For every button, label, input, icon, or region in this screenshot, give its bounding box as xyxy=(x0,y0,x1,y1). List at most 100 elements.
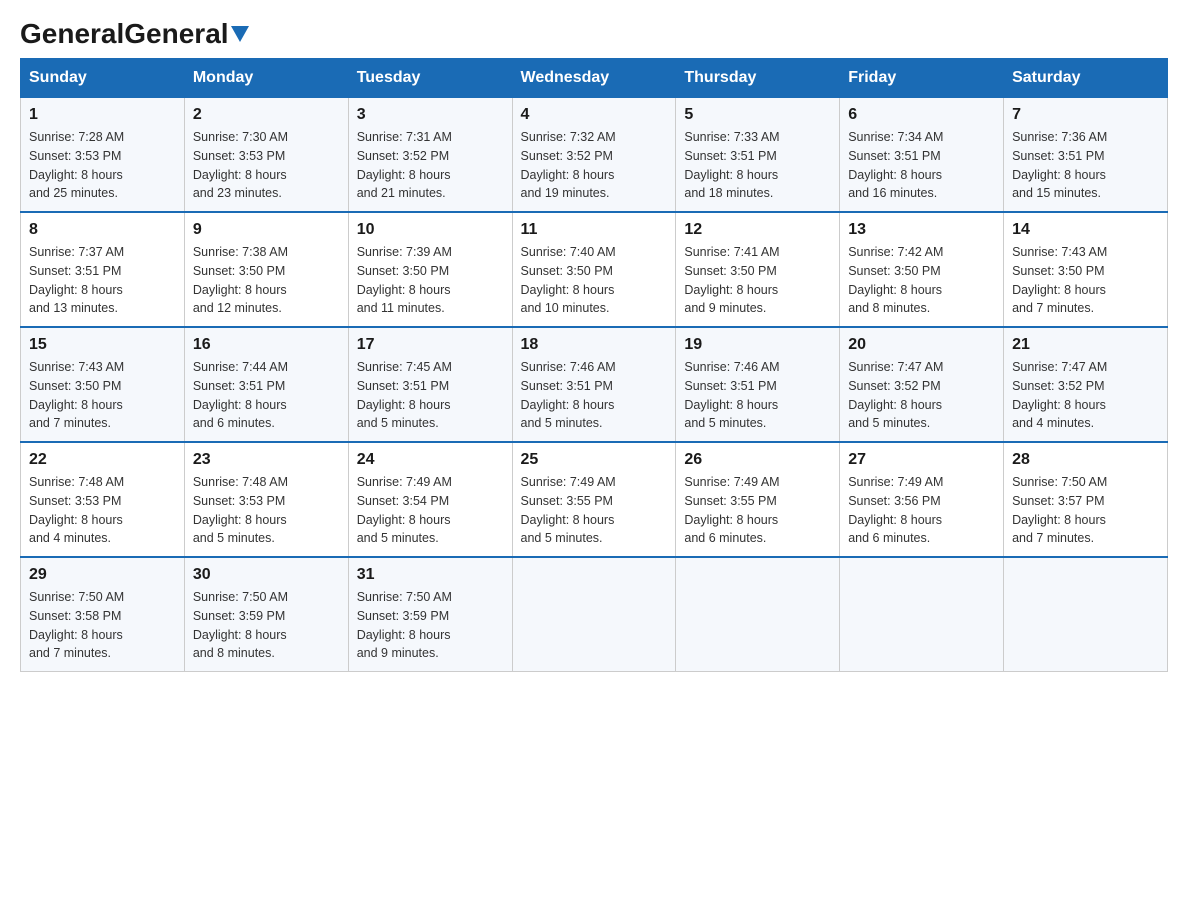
calendar-cell: 14 Sunrise: 7:43 AMSunset: 3:50 PMDayligh… xyxy=(1004,212,1168,327)
page-header: General General xyxy=(20,20,1168,48)
day-number: 31 xyxy=(357,566,504,584)
day-info: Sunrise: 7:31 AMSunset: 3:52 PMDaylight:… xyxy=(357,128,504,203)
day-number: 16 xyxy=(193,336,340,354)
calendar-table: Sunday Monday Tuesday Wednesday Thursday… xyxy=(20,58,1168,672)
col-friday: Friday xyxy=(840,59,1004,98)
day-number: 6 xyxy=(848,106,995,124)
day-info: Sunrise: 7:41 AMSunset: 3:50 PMDaylight:… xyxy=(684,243,831,318)
day-info: Sunrise: 7:33 AMSunset: 3:51 PMDaylight:… xyxy=(684,128,831,203)
calendar-cell: 18 Sunrise: 7:46 AMSunset: 3:51 PMDayligh… xyxy=(512,327,676,442)
calendar-cell: 20Sunrise: 7:47 AMSunset: 3:52 PMDayligh… xyxy=(840,327,1004,442)
day-number: 18 xyxy=(521,336,668,354)
day-info: Sunrise: 7:47 AMSunset: 3:52 PMDaylight:… xyxy=(1012,358,1159,433)
day-info: Sunrise: 7:30 AMSunset: 3:53 PMDaylight:… xyxy=(193,128,340,203)
day-number: 29 xyxy=(29,566,176,584)
day-info: Sunrise: 7:46 AMSunset: 3:51 PMDaylight:… xyxy=(521,358,668,433)
calendar-week-row: 29 Sunrise: 7:50 AMSunset: 3:58 PMDayligh… xyxy=(21,557,1168,672)
day-info: Sunrise: 7:47 AMSunset: 3:52 PMDaylight:… xyxy=(848,358,995,433)
day-number: 19 xyxy=(684,336,831,354)
day-number: 3 xyxy=(357,106,504,124)
calendar-cell: 25 Sunrise: 7:49 AMSunset: 3:55 PMDayligh… xyxy=(512,442,676,557)
calendar-cell: 17 Sunrise: 7:45 AMSunset: 3:51 PMDayligh… xyxy=(348,327,512,442)
day-number: 17 xyxy=(357,336,504,354)
calendar-cell: 29 Sunrise: 7:50 AMSunset: 3:58 PMDayligh… xyxy=(21,557,185,672)
calendar-cell: 19 Sunrise: 7:46 AMSunset: 3:51 PMDayligh… xyxy=(676,327,840,442)
day-info: Sunrise: 7:37 AMSunset: 3:51 PMDaylight:… xyxy=(29,243,176,318)
day-info: Sunrise: 7:48 AMSunset: 3:53 PMDaylight:… xyxy=(29,473,176,548)
calendar-cell: 8 Sunrise: 7:37 AMSunset: 3:51 PMDaylight… xyxy=(21,212,185,327)
calendar-cell: 1Sunrise: 7:28 AMSunset: 3:53 PMDaylight… xyxy=(21,98,185,213)
day-number: 14 xyxy=(1012,221,1159,239)
calendar-cell: 7 Sunrise: 7:36 AMSunset: 3:51 PMDaylight… xyxy=(1004,98,1168,213)
logo: General General xyxy=(20,20,249,48)
calendar-cell: 22 Sunrise: 7:48 AMSunset: 3:53 PMDayligh… xyxy=(21,442,185,557)
calendar-week-row: 22 Sunrise: 7:48 AMSunset: 3:53 PMDayligh… xyxy=(21,442,1168,557)
calendar-cell: 23 Sunrise: 7:48 AMSunset: 3:53 PMDayligh… xyxy=(184,442,348,557)
day-number: 4 xyxy=(521,106,668,124)
day-info: Sunrise: 7:49 AMSunset: 3:54 PMDaylight:… xyxy=(357,473,504,548)
day-number: 24 xyxy=(357,451,504,469)
day-info: Sunrise: 7:49 AMSunset: 3:55 PMDaylight:… xyxy=(684,473,831,548)
day-info: Sunrise: 7:49 AMSunset: 3:56 PMDaylight:… xyxy=(848,473,995,548)
day-info: Sunrise: 7:46 AMSunset: 3:51 PMDaylight:… xyxy=(684,358,831,433)
calendar-cell: 27 Sunrise: 7:49 AMSunset: 3:56 PMDayligh… xyxy=(840,442,1004,557)
day-info: Sunrise: 7:50 AMSunset: 3:58 PMDaylight:… xyxy=(29,588,176,663)
calendar-cell xyxy=(1004,557,1168,672)
calendar-cell: 5 Sunrise: 7:33 AMSunset: 3:51 PMDaylight… xyxy=(676,98,840,213)
day-number: 28 xyxy=(1012,451,1159,469)
calendar-cell: 4 Sunrise: 7:32 AMSunset: 3:52 PMDaylight… xyxy=(512,98,676,213)
day-number: 11 xyxy=(521,221,668,239)
day-number: 25 xyxy=(521,451,668,469)
day-info: Sunrise: 7:43 AMSunset: 3:50 PMDaylight:… xyxy=(29,358,176,433)
calendar-cell: 24 Sunrise: 7:49 AMSunset: 3:54 PMDayligh… xyxy=(348,442,512,557)
day-info: Sunrise: 7:45 AMSunset: 3:51 PMDaylight:… xyxy=(357,358,504,433)
calendar-week-row: 1Sunrise: 7:28 AMSunset: 3:53 PMDaylight… xyxy=(21,98,1168,213)
day-info: Sunrise: 7:32 AMSunset: 3:52 PMDaylight:… xyxy=(521,128,668,203)
calendar-cell: 26Sunrise: 7:49 AMSunset: 3:55 PMDayligh… xyxy=(676,442,840,557)
day-number: 5 xyxy=(684,106,831,124)
day-number: 23 xyxy=(193,451,340,469)
day-number: 13 xyxy=(848,221,995,239)
day-number: 12 xyxy=(684,221,831,239)
logo-triangle-icon xyxy=(231,26,249,42)
day-number: 27 xyxy=(848,451,995,469)
col-monday: Monday xyxy=(184,59,348,98)
calendar-cell: 9 Sunrise: 7:38 AMSunset: 3:50 PMDaylight… xyxy=(184,212,348,327)
calendar-cell: 6 Sunrise: 7:34 AMSunset: 3:51 PMDaylight… xyxy=(840,98,1004,213)
calendar-cell: 3 Sunrise: 7:31 AMSunset: 3:52 PMDaylight… xyxy=(348,98,512,213)
col-sunday: Sunday xyxy=(21,59,185,98)
col-saturday: Saturday xyxy=(1004,59,1168,98)
calendar-cell: 16Sunrise: 7:44 AMSunset: 3:51 PMDayligh… xyxy=(184,327,348,442)
calendar-cell xyxy=(840,557,1004,672)
day-info: Sunrise: 7:38 AMSunset: 3:50 PMDaylight:… xyxy=(193,243,340,318)
day-number: 2 xyxy=(193,106,340,124)
col-wednesday: Wednesday xyxy=(512,59,676,98)
day-info: Sunrise: 7:50 AMSunset: 3:59 PMDaylight:… xyxy=(357,588,504,663)
calendar-cell: 10Sunrise: 7:39 AMSunset: 3:50 PMDayligh… xyxy=(348,212,512,327)
day-info: Sunrise: 7:40 AMSunset: 3:50 PMDaylight:… xyxy=(521,243,668,318)
calendar-week-row: 8 Sunrise: 7:37 AMSunset: 3:51 PMDaylight… xyxy=(21,212,1168,327)
day-number: 7 xyxy=(1012,106,1159,124)
day-number: 22 xyxy=(29,451,176,469)
day-info: Sunrise: 7:42 AMSunset: 3:50 PMDaylight:… xyxy=(848,243,995,318)
calendar-cell: 31 Sunrise: 7:50 AMSunset: 3:59 PMDayligh… xyxy=(348,557,512,672)
calendar-cell: 11 Sunrise: 7:40 AMSunset: 3:50 PMDayligh… xyxy=(512,212,676,327)
day-info: Sunrise: 7:36 AMSunset: 3:51 PMDaylight:… xyxy=(1012,128,1159,203)
day-info: Sunrise: 7:48 AMSunset: 3:53 PMDaylight:… xyxy=(193,473,340,548)
day-info: Sunrise: 7:43 AMSunset: 3:50 PMDaylight:… xyxy=(1012,243,1159,318)
day-number: 15 xyxy=(29,336,176,354)
day-number: 9 xyxy=(193,221,340,239)
day-info: Sunrise: 7:34 AMSunset: 3:51 PMDaylight:… xyxy=(848,128,995,203)
day-number: 8 xyxy=(29,221,176,239)
calendar-header-row: Sunday Monday Tuesday Wednesday Thursday… xyxy=(21,59,1168,98)
calendar-cell: 30Sunrise: 7:50 AMSunset: 3:59 PMDayligh… xyxy=(184,557,348,672)
calendar-cell xyxy=(512,557,676,672)
logo-general-text: General General xyxy=(20,20,249,48)
calendar-cell xyxy=(676,557,840,672)
calendar-cell: 2 Sunrise: 7:30 AMSunset: 3:53 PMDaylight… xyxy=(184,98,348,213)
col-tuesday: Tuesday xyxy=(348,59,512,98)
calendar-cell: 15 Sunrise: 7:43 AMSunset: 3:50 PMDayligh… xyxy=(21,327,185,442)
calendar-cell: 12 Sunrise: 7:41 AMSunset: 3:50 PMDayligh… xyxy=(676,212,840,327)
day-number: 30 xyxy=(193,566,340,584)
day-info: Sunrise: 7:49 AMSunset: 3:55 PMDaylight:… xyxy=(521,473,668,548)
